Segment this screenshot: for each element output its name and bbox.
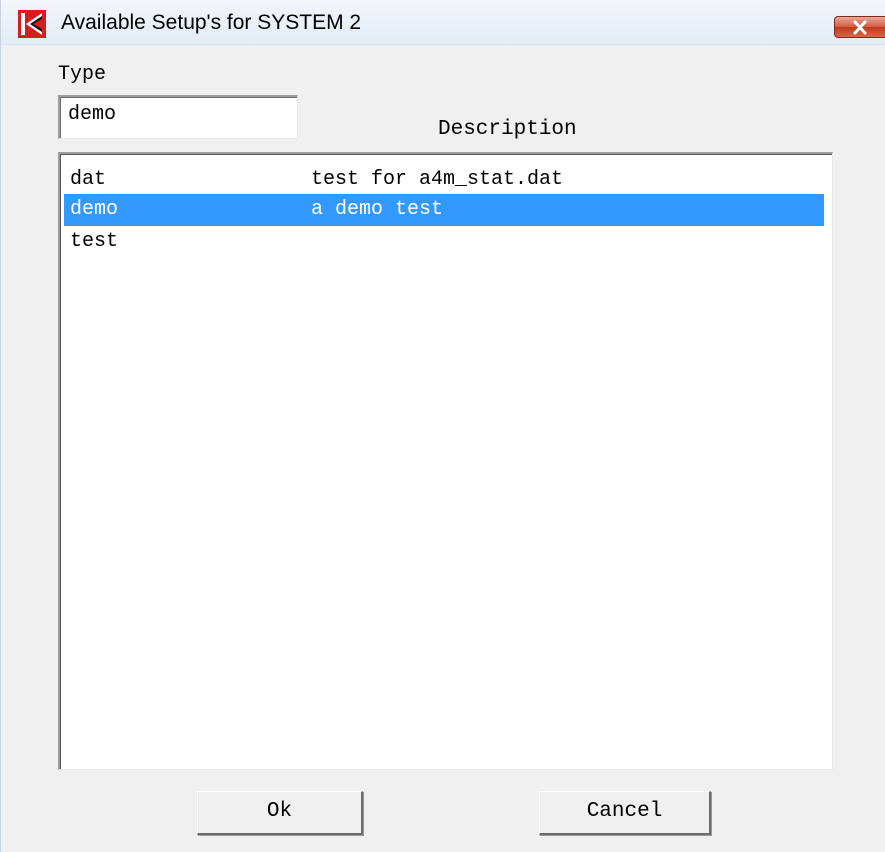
- list-item-type: demo: [70, 198, 119, 221]
- setup-listbox[interactable]: dat test for a4m_stat.dat demo a demo te…: [58, 152, 833, 770]
- type-label: Type: [58, 63, 107, 86]
- cancel-button[interactable]: Cancel: [539, 791, 711, 835]
- list-item-type: test: [70, 230, 119, 253]
- list-item-description: a demo test: [311, 198, 444, 221]
- list-item-selected[interactable]: demo a demo test: [64, 194, 824, 226]
- setup-dialog: Available Setup's for SYSTEM 2 Type demo…: [0, 0, 885, 852]
- list-item[interactable]: dat test for a4m_stat.dat: [64, 164, 824, 196]
- title-bar[interactable]: Available Setup's for SYSTEM 2: [1, 0, 885, 45]
- app-logo-icon: [18, 10, 46, 38]
- window-title: Available Setup's for SYSTEM 2: [61, 11, 362, 34]
- list-item[interactable]: test: [64, 226, 824, 258]
- ok-button[interactable]: Ok: [197, 791, 363, 835]
- close-button[interactable]: [834, 16, 885, 38]
- list-item-type: dat: [70, 168, 107, 191]
- description-label: Description: [438, 118, 577, 141]
- list-item-description: test for a4m_stat.dat: [311, 168, 564, 191]
- type-input[interactable]: demo: [58, 95, 298, 139]
